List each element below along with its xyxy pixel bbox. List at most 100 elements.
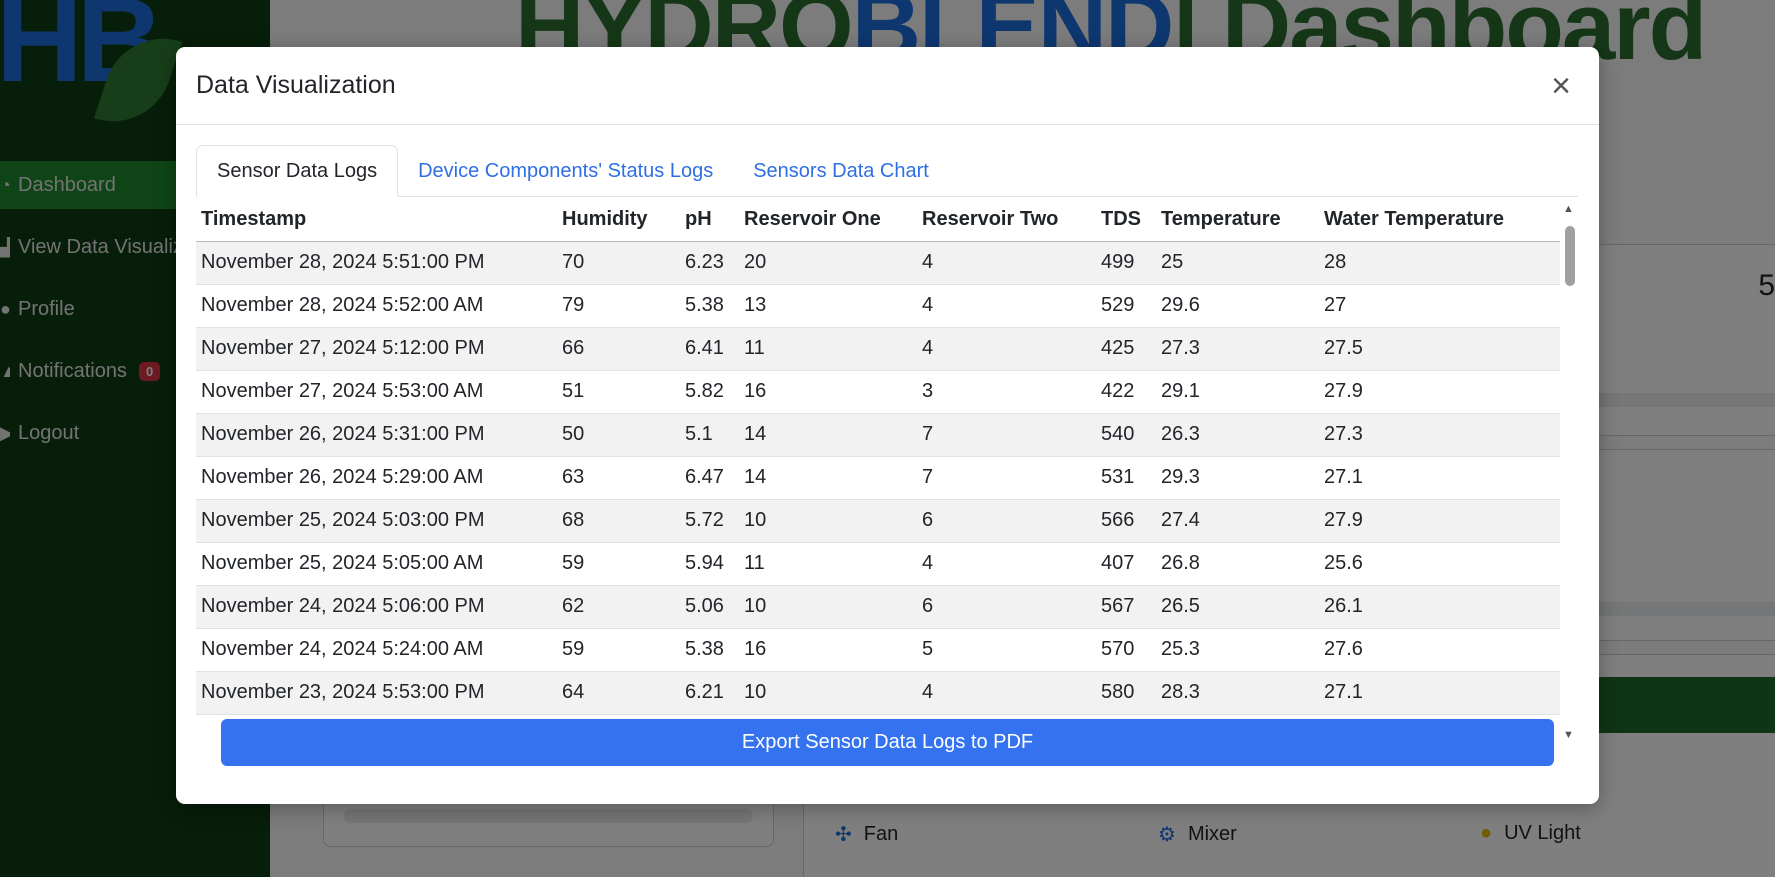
table-row: November 25, 2024 5:05:00 AM 59 5.94 11 4 407…: [196, 542, 1560, 586]
table-cell: 580: [1096, 671, 1156, 715]
table-cell: November 27, 2024 5:53:00 AM: [196, 370, 557, 414]
table-row: November 25, 2024 5:03:00 PM 68 5.72 10 6 566…: [196, 499, 1560, 543]
table-cell: 26.1: [1319, 585, 1560, 629]
table-cell: 68: [557, 499, 680, 543]
table-cell: 27.9: [1319, 499, 1560, 543]
table-cell: 27.4: [1156, 499, 1319, 543]
table-cell: 6.41: [680, 327, 739, 371]
data-visualization-modal: Data Visualization × Sensor Data Logs De…: [176, 47, 1599, 804]
table-cell: 28.3: [1156, 671, 1319, 715]
table-cell: 27.3: [1319, 413, 1560, 457]
table-cell: 20: [739, 241, 917, 285]
table-cell: 6.47: [680, 456, 739, 500]
table-cell: 5: [917, 628, 1096, 672]
table-cell: 531: [1096, 456, 1156, 500]
table-cell: 27.1: [1319, 456, 1560, 500]
table-cell: 27.1: [1319, 671, 1560, 715]
table-cell: 5.38: [680, 284, 739, 328]
table-row: November 28, 2024 5:52:00 AM 79 5.38 13 4 529…: [196, 284, 1560, 328]
table-scrollbar[interactable]: ▲ ▼: [1560, 198, 1578, 746]
modal-tabs: Sensor Data Logs Device Components' Stat…: [196, 145, 1578, 197]
close-icon: ×: [1551, 66, 1571, 105]
table-cell: 27: [1319, 284, 1560, 328]
scroll-up-arrow-icon[interactable]: ▲: [1563, 203, 1574, 215]
table-cell: 25: [1156, 241, 1319, 285]
table-header: Timestamp Humidity pH Reservoir One Reservoi…: [196, 198, 1560, 242]
table-cell: 64: [557, 671, 680, 715]
table-cell: 28: [1319, 241, 1560, 285]
table-cell: 5.94: [680, 542, 739, 586]
table-cell: 567: [1096, 585, 1156, 629]
table-cell: 10: [739, 671, 917, 715]
table-cell: 10: [739, 499, 917, 543]
table-cell: November 28, 2024 5:52:00 AM: [196, 284, 557, 328]
table-cell: 7: [917, 456, 1096, 500]
table-cell: 14: [739, 413, 917, 457]
table-row: November 27, 2024 5:12:00 PM 66 6.41 11 4 425…: [196, 327, 1560, 371]
export-pdf-button[interactable]: Export Sensor Data Logs to PDF: [221, 719, 1554, 766]
table-cell: 425: [1096, 327, 1156, 371]
table-cell: 27.3: [1156, 327, 1319, 371]
table-cell: 27.5: [1319, 327, 1560, 371]
table-cell: 29.3: [1156, 456, 1319, 500]
table-cell: 529: [1096, 284, 1156, 328]
table-cell: November 24, 2024 5:06:00 PM: [196, 585, 557, 629]
table-cell: 570: [1096, 628, 1156, 672]
column-header: Reservoir Two: [917, 198, 1096, 242]
table-cell: 62: [557, 585, 680, 629]
table-cell: 566: [1096, 499, 1156, 543]
table-cell: November 28, 2024 5:51:00 PM: [196, 241, 557, 285]
table-cell: November 27, 2024 5:12:00 PM: [196, 327, 557, 371]
table-cell: 499: [1096, 241, 1156, 285]
sensor-data-table-container[interactable]: Timestamp Humidity pH Reservoir One Reservoi…: [196, 198, 1578, 746]
table-cell: 540: [1096, 413, 1156, 457]
table-cell: 5.38: [680, 628, 739, 672]
table-cell: 5.82: [680, 370, 739, 414]
table-cell: 29.6: [1156, 284, 1319, 328]
table-cell: 25.6: [1319, 542, 1560, 586]
table-cell: 13: [739, 284, 917, 328]
tab-device-components-status-logs[interactable]: Device Components' Status Logs: [398, 145, 733, 197]
table-cell: 4: [917, 327, 1096, 371]
close-button[interactable]: ×: [1541, 66, 1581, 106]
table-cell: 59: [557, 542, 680, 586]
sensor-data-table: Timestamp Humidity pH Reservoir One Reservoi…: [196, 198, 1560, 715]
table-body: November 28, 2024 5:51:00 PM 70 6.23 20 4 499…: [196, 241, 1560, 715]
table-cell: 59: [557, 628, 680, 672]
table-row: November 26, 2024 5:29:00 AM 63 6.47 14 7 531…: [196, 456, 1560, 500]
column-header: Timestamp: [196, 198, 557, 242]
table-cell: 10: [739, 585, 917, 629]
column-header: Water Temperature: [1319, 198, 1560, 242]
scrollbar-thumb[interactable]: [1565, 226, 1575, 286]
table-row: November 26, 2024 5:31:00 PM 50 5.1 14 7 540 2…: [196, 413, 1560, 457]
table-cell: 4: [917, 284, 1096, 328]
table-cell: 63: [557, 456, 680, 500]
tab-sensors-data-chart[interactable]: Sensors Data Chart: [733, 145, 949, 197]
table-cell: 11: [739, 327, 917, 371]
table-cell: 51: [557, 370, 680, 414]
table-cell: 29.1: [1156, 370, 1319, 414]
table-cell: 14: [739, 456, 917, 500]
table-cell: 50: [557, 413, 680, 457]
table-cell: 25.3: [1156, 628, 1319, 672]
table-cell: 26.8: [1156, 542, 1319, 586]
table-cell: 70: [557, 241, 680, 285]
scroll-down-arrow-icon[interactable]: ▼: [1563, 729, 1574, 741]
table-cell: 27.9: [1319, 370, 1560, 414]
table-cell: 26.3: [1156, 413, 1319, 457]
table-cell: 11: [739, 542, 917, 586]
modal-title: Data Visualization: [196, 71, 396, 99]
table-cell: 7: [917, 413, 1096, 457]
table-cell: 4: [917, 671, 1096, 715]
table-cell: 407: [1096, 542, 1156, 586]
table-row: November 27, 2024 5:53:00 AM 51 5.82 16 3 422…: [196, 370, 1560, 414]
column-header: TDS: [1096, 198, 1156, 242]
table-cell: November 24, 2024 5:24:00 AM: [196, 628, 557, 672]
table-row: November 24, 2024 5:24:00 AM 59 5.38 16 5 570…: [196, 628, 1560, 672]
table-cell: 26.5: [1156, 585, 1319, 629]
table-cell: 6.23: [680, 241, 739, 285]
table-cell: November 25, 2024 5:03:00 PM: [196, 499, 557, 543]
tab-sensor-data-logs[interactable]: Sensor Data Logs: [196, 145, 399, 197]
table-cell: 5.06: [680, 585, 739, 629]
column-header: Temperature: [1156, 198, 1319, 242]
